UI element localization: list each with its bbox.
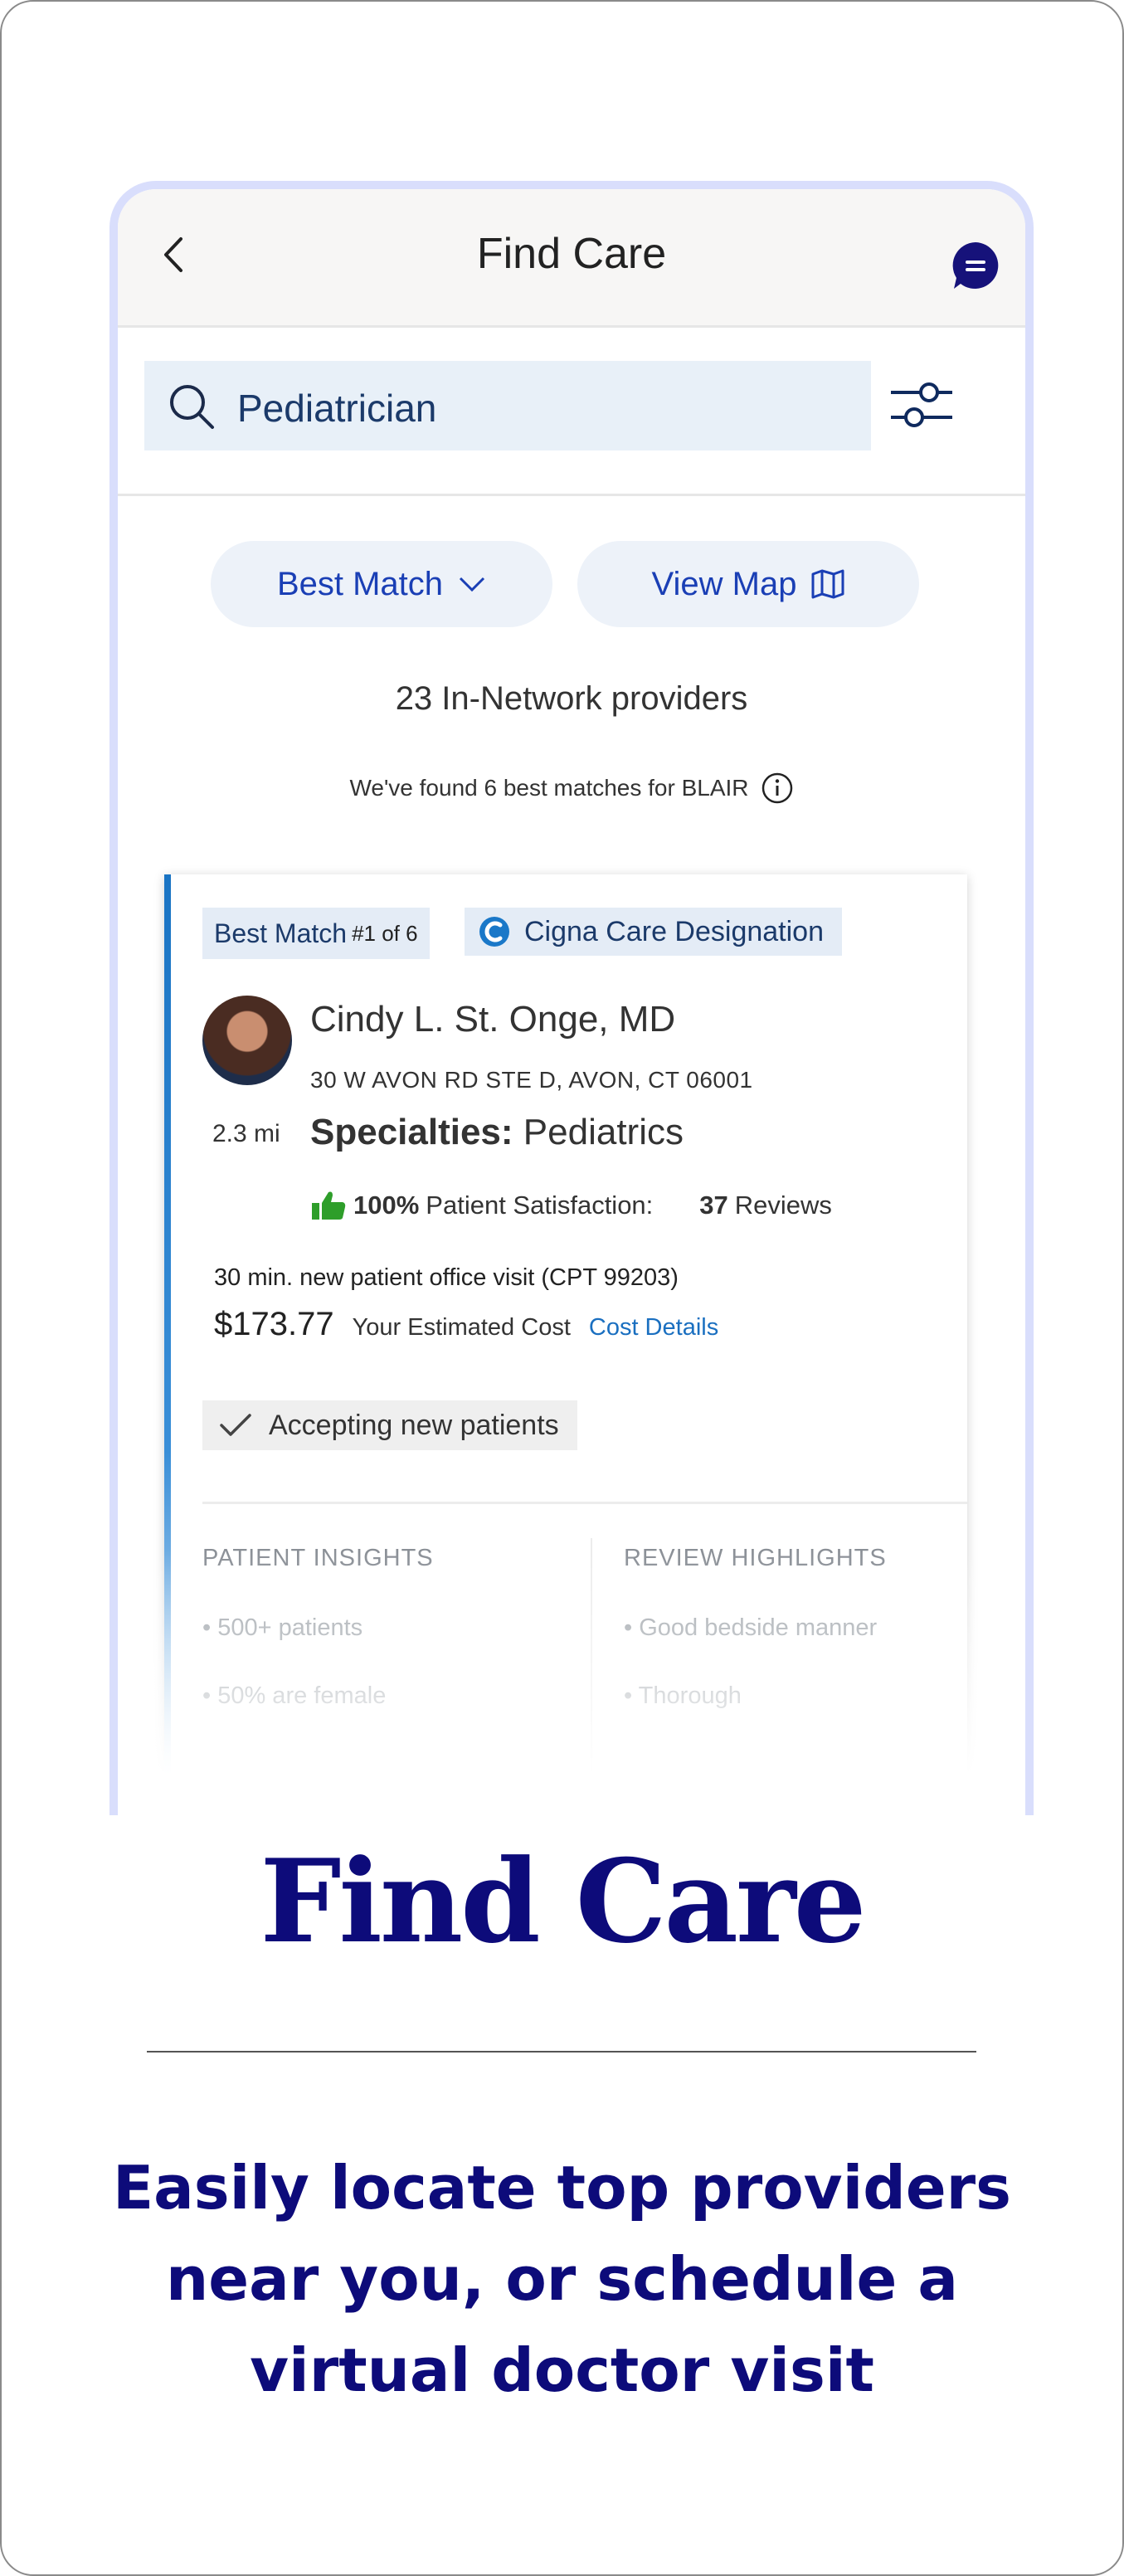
reviews-label: Reviews — [734, 1191, 832, 1220]
promo-divider — [147, 2051, 976, 2053]
best-matches-text: We've found 6 best matches for BLAIR — [349, 775, 749, 801]
promo-title: Find Care — [260, 1833, 866, 1969]
best-match-rank: #1 of 6 — [352, 920, 418, 946]
info-icon[interactable] — [761, 772, 794, 805]
specialties-label: Specialties: — [310, 1112, 513, 1152]
visit-description: 30 min. new patient office visit (CPT 99… — [214, 1264, 679, 1291]
estimated-cost: $173.77 — [214, 1306, 334, 1342]
filter-sliders-icon[interactable] — [889, 376, 952, 434]
estimated-cost-label: Your Estimated Cost — [352, 1314, 571, 1341]
best-match-label: Best Match — [276, 565, 444, 602]
promo-tagline: Easily locate top providers near you, or… — [112, 2153, 1012, 2405]
specialties-value: Pediatrics — [523, 1112, 684, 1152]
card-divider — [202, 1502, 967, 1504]
view-map-label: View Map — [651, 565, 797, 602]
review-highlights-header: REVIEW HIGHLIGHTS — [624, 1545, 887, 1571]
search-icon — [170, 385, 214, 429]
cigna-care-designation-badge: Cigna Care Designation — [465, 908, 842, 956]
estimated-cost-row: $173.77 Your Estimated Cost Cost Details — [214, 1306, 718, 1343]
cost-details-link[interactable]: Cost Details — [589, 1314, 718, 1342]
insight-item: • 50% are female — [202, 1682, 387, 1709]
promo-frame: Find Care Pediatrician Best Match View M… — [0, 0, 1124, 2576]
reviews-count: 37 — [699, 1191, 728, 1220]
best-matches-note: We've found 6 best matches for BLAIR — [118, 772, 1025, 805]
provider-name[interactable]: Cindy L. St. Onge, MD — [310, 999, 675, 1040]
best-match-badge-label: Best Match — [214, 918, 348, 948]
best-match-badge: Best Match #1 of 6 — [202, 908, 430, 959]
provider-distance: 2.3 mi — [212, 1120, 280, 1147]
cigna-logo-icon — [479, 917, 509, 947]
map-icon — [811, 569, 844, 599]
accepting-label: Accepting new patients — [269, 1409, 559, 1441]
view-map-button[interactable]: View Map — [577, 541, 919, 627]
provider-count: 23 In-Network providers — [395, 680, 748, 717]
page-title: Find Care — [476, 230, 667, 278]
satisfaction-label: Patient Satisfaction: — [426, 1191, 654, 1220]
provider-avatar — [202, 996, 292, 1085]
satisfaction-percent: 100% — [353, 1191, 420, 1220]
checkmark-icon — [220, 1414, 251, 1436]
provider-card[interactable]: Best Match #1 of 6 Cigna Care Designatio… — [164, 874, 967, 1815]
highlight-item: • Thorough — [624, 1682, 742, 1709]
search-query: Pediatrician — [237, 387, 437, 430]
chat-icon[interactable] — [949, 239, 1002, 292]
patient-satisfaction: 100% Patient Satisfaction: 37 Reviews — [310, 1190, 832, 1221]
provider-specialties: Specialties: Pediatrics — [310, 1112, 684, 1153]
best-match-sort-button[interactable]: Best Match — [211, 541, 552, 627]
search-input[interactable]: Pediatrician — [144, 361, 871, 450]
highlight-item: • Good bedside manner — [624, 1614, 878, 1641]
designation-label: Cigna Care Designation — [524, 915, 824, 947]
insight-item: • 500+ patients — [202, 1614, 363, 1641]
thumbs-up-icon — [312, 1191, 346, 1220]
card-accent-bar — [164, 874, 171, 1815]
phone-screen: Find Care Pediatrician Best Match View M… — [109, 181, 1034, 1815]
search-bar-row: Pediatrician — [118, 328, 1025, 496]
top-app-bar: Find Care — [118, 189, 1025, 328]
provider-address: 30 W AVON RD STE D, AVON, CT 06001 — [310, 1067, 753, 1093]
patient-insights-header: PATIENT INSIGHTS — [202, 1545, 434, 1571]
column-divider — [591, 1538, 592, 1787]
accepting-patients-badge: Accepting new patients — [202, 1400, 577, 1450]
chevron-down-icon — [459, 577, 485, 592]
